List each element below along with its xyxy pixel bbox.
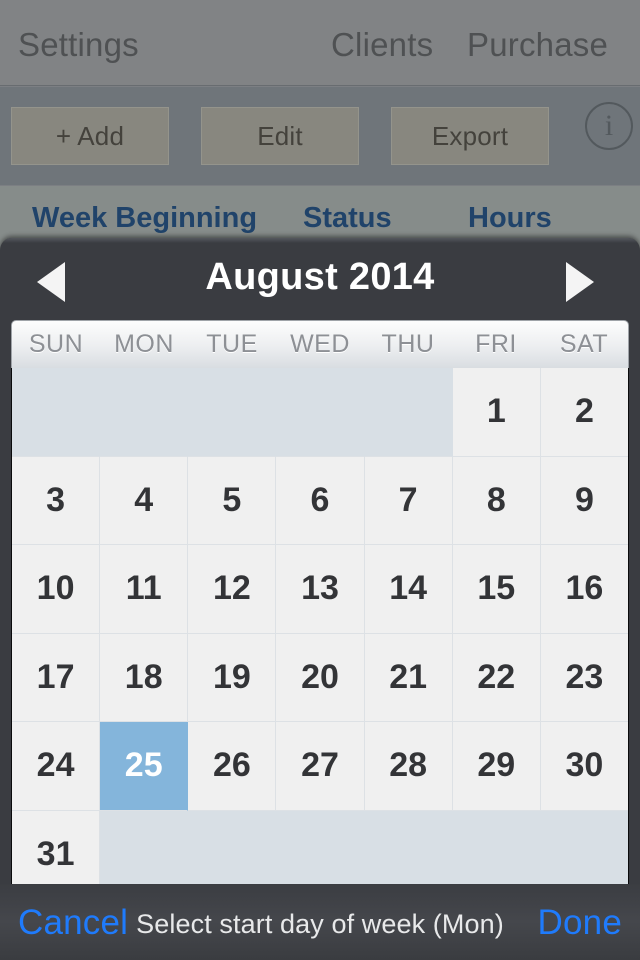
calendar-day-cell[interactable]: 4 bbox=[100, 456, 189, 545]
column-header-status: Status bbox=[303, 202, 392, 234]
month-year-title: August 2014 bbox=[205, 256, 435, 298]
calendar-day-cell[interactable]: 29 bbox=[452, 722, 541, 811]
calendar-day-cell[interactable]: 16 bbox=[540, 545, 628, 634]
calendar-day-cell[interactable]: 10 bbox=[12, 545, 101, 634]
calendar-day-cell-empty bbox=[364, 368, 453, 457]
weekday-label-fri: FRI bbox=[475, 330, 517, 358]
calendar-day-cell[interactable]: 3 bbox=[12, 456, 101, 545]
calendar-day-cell-empty bbox=[12, 368, 101, 457]
calendar-day-cell-empty bbox=[100, 368, 189, 457]
add-button[interactable]: + Add bbox=[11, 107, 169, 165]
weekday-label-sat: SAT bbox=[559, 330, 609, 358]
calendar-week-row: 10 11 12 13 14 15 16 bbox=[12, 545, 628, 634]
calendar-day-cell[interactable]: 7 bbox=[364, 456, 453, 545]
calendar-week-row: 24 25 26 27 28 29 30 bbox=[12, 722, 628, 811]
calendar-day-cell[interactable]: 13 bbox=[276, 545, 365, 634]
calendar-day-cell[interactable]: 27 bbox=[276, 722, 365, 811]
calendar-day-cell[interactable]: 24 bbox=[12, 722, 101, 811]
weekday-label-mon: MON bbox=[114, 330, 174, 358]
weekday-header-row: SUN MON TUE WED THU FRI SAT bbox=[11, 320, 629, 368]
calendar-day-cell[interactable]: 17 bbox=[12, 633, 101, 722]
date-picker-modal: August 2014 SUN MON TUE WED THU FRI SAT 123456… bbox=[0, 238, 640, 960]
calendar-day-cell[interactable]: 15 bbox=[452, 545, 541, 634]
weekday-label-sun: SUN bbox=[28, 330, 84, 358]
calendar-day-cell[interactable]: 12 bbox=[188, 545, 277, 634]
weekday-label-tue: TUE bbox=[206, 330, 258, 358]
calendar-day-cell-empty bbox=[188, 368, 277, 457]
calendar-day-cell[interactable]: 1 bbox=[452, 368, 541, 457]
column-header-hours: Hours bbox=[468, 202, 552, 234]
info-circle-icon[interactable]: i bbox=[585, 102, 633, 150]
calendar-day-cell[interactable]: 5 bbox=[188, 456, 277, 545]
calendar-day-cell[interactable]: 11 bbox=[100, 545, 189, 634]
calendar-day-cell[interactable]: 22 bbox=[452, 633, 541, 722]
picker-action-bar: Cancel Select start day of week (Mon) Do… bbox=[0, 884, 640, 960]
calendar-day-cell[interactable]: 8 bbox=[452, 456, 541, 545]
navigation-bar: Settings Clients Purchase bbox=[0, 0, 640, 86]
calendar-day-cell-empty bbox=[276, 368, 365, 457]
calendar-week-row: 17 18 19 20 21 22 23 bbox=[12, 633, 628, 722]
nav-item-settings[interactable]: Settings bbox=[18, 26, 139, 64]
toolbar: + Add Edit Export bbox=[0, 87, 640, 185]
calendar-day-cell[interactable]: 20 bbox=[276, 633, 365, 722]
calendar-week-row: 3456789 bbox=[12, 456, 628, 545]
export-button[interactable]: Export bbox=[391, 107, 549, 165]
calendar-day-cell[interactable]: 23 bbox=[540, 633, 628, 722]
calendar-day-cell[interactable]: 19 bbox=[188, 633, 277, 722]
calendar-day-cell[interactable]: 6 bbox=[276, 456, 365, 545]
month-navigation-header: August 2014 bbox=[0, 238, 640, 318]
nav-item-clients[interactable]: Clients bbox=[331, 26, 433, 64]
column-header-week-beginning: Week Beginning bbox=[32, 202, 258, 234]
calendar-day-cell[interactable]: 30 bbox=[540, 722, 628, 811]
calendar-day-cell[interactable]: 14 bbox=[364, 545, 453, 634]
done-button[interactable]: Done bbox=[538, 903, 622, 943]
calendar-day-cell[interactable]: 25 bbox=[100, 722, 189, 811]
next-month-arrow-icon[interactable] bbox=[566, 262, 594, 302]
calendar-day-cell[interactable]: 26 bbox=[188, 722, 277, 811]
calendar-day-cell[interactable]: 18 bbox=[100, 633, 189, 722]
edit-button[interactable]: Edit bbox=[201, 107, 359, 165]
calendar-day-cell[interactable]: 21 bbox=[364, 633, 453, 722]
calendar-week-row: 12 bbox=[12, 368, 628, 457]
weekday-label-thu: THU bbox=[381, 330, 435, 358]
calendar-day-cell[interactable]: 9 bbox=[540, 456, 628, 545]
calendar-day-cell[interactable]: 2 bbox=[540, 368, 628, 457]
calendar-day-cell[interactable]: 28 bbox=[364, 722, 453, 811]
calendar-grid: 1 2 3 4 5 6 7 8 9 10 11 12 13 14 15 16 17 18 19 20 21 22 23 24 2… bbox=[11, 368, 629, 914]
weekday-label-wed: WED bbox=[290, 330, 350, 358]
nav-item-purchase[interactable]: Purchase bbox=[467, 26, 608, 64]
